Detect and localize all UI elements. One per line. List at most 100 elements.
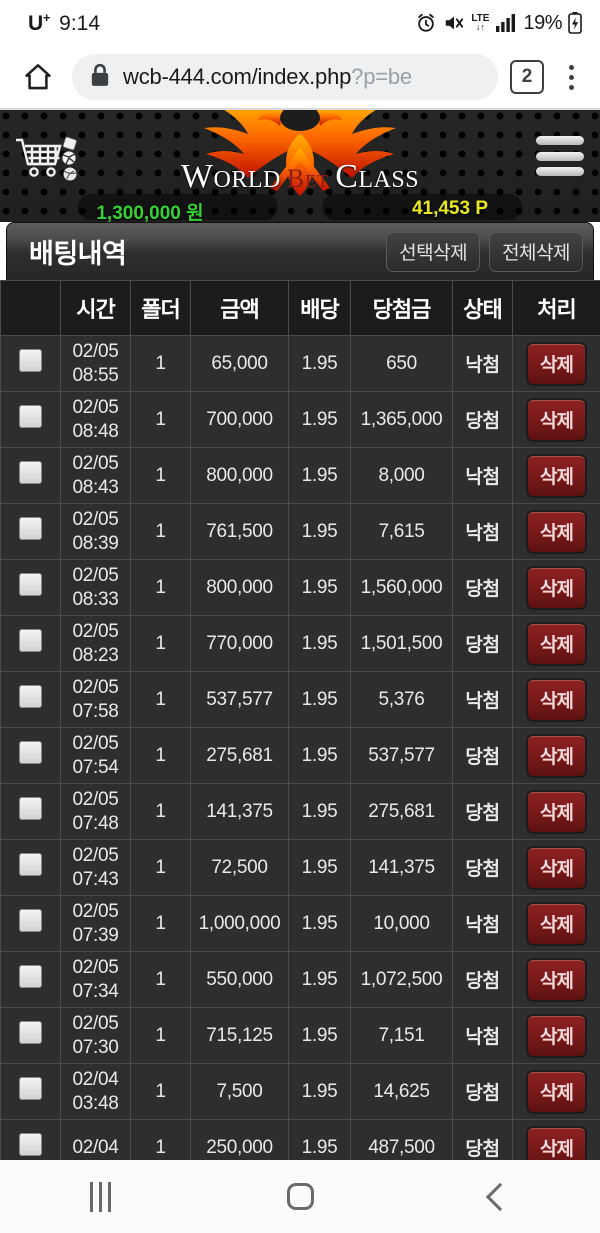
delete-selected-button[interactable]: 선택삭제 [386,231,481,272]
table-body: 02/05 08:55 1 65,000 1.95 650 낙첨 삭제 02/05 08:48 1 7… [0,335,600,1176]
row-checkbox-cell[interactable] [0,1007,61,1064]
row-checkbox[interactable] [19,461,42,484]
cell-clock: 08:39 [72,532,119,554]
cell-odds: 1.95 [288,727,351,784]
cell-clock: 07:39 [72,924,119,946]
delete-row-button[interactable]: 삭제 [526,677,587,722]
row-checkbox[interactable] [19,573,42,596]
balance-row: 1,300,000 원 41,453 P [0,198,600,222]
column-header-folder: 폴더 [130,280,191,336]
delete-row-button[interactable]: 삭제 [526,621,587,666]
row-checkbox-cell[interactable] [0,783,61,840]
cell-amount: 141,375 [190,783,289,840]
delete-row-button[interactable]: 삭제 [526,509,587,554]
balance-points[interactable]: 41,453 P [300,198,600,222]
delete-row-button[interactable]: 삭제 [526,397,587,442]
battery-percent-label: 19% [523,11,562,34]
status-badge: 당첨 [452,1063,513,1120]
delete-row-button[interactable]: 삭제 [526,1013,587,1058]
delete-all-button[interactable]: 전체삭제 [489,231,583,272]
cell-date: 02/05 [72,621,119,643]
home-icon[interactable] [240,1167,360,1227]
cell-amount: 770,000 [190,615,289,672]
row-checkbox[interactable] [19,1077,42,1100]
row-checkbox-cell[interactable] [0,559,61,616]
delete-row-button[interactable]: 삭제 [526,341,587,386]
row-checkbox[interactable] [19,1021,42,1044]
cell-folder: 1 [130,559,191,616]
tab-counter-button[interactable]: 2 [510,60,544,94]
row-checkbox-cell[interactable] [0,335,61,392]
delete-row-button[interactable]: 삭제 [526,789,587,834]
battery-charging-icon [568,12,582,34]
delete-row-button[interactable]: 삭제 [526,957,587,1002]
row-checkbox-cell[interactable] [0,503,61,560]
cell-action: 삭제 [512,783,600,840]
row-checkbox[interactable] [19,797,42,820]
cell-odds: 1.95 [288,559,351,616]
delete-row-button[interactable]: 삭제 [526,733,587,778]
address-bar[interactable]: wcb-444.com/index.php?p=be [72,54,498,100]
delete-row-button[interactable]: 삭제 [526,453,587,498]
row-checkbox-cell[interactable] [0,447,61,504]
row-checkbox[interactable] [19,629,42,652]
delete-row-button[interactable]: 삭제 [526,565,587,610]
cell-date: 02/05 [72,901,119,923]
row-checkbox-cell[interactable] [0,671,61,728]
row-checkbox[interactable] [19,1133,42,1156]
cell-time: 02/04 03:48 [60,1063,131,1120]
table-header-row: 시간 폴더 금액 배당 당첨금 상태 처리 [0,280,600,336]
cell-time: 02/05 07:48 [60,783,131,840]
status-badge: 낙첨 [452,503,513,560]
cell-time: 02/05 08:55 [60,335,131,392]
table-row: 02/05 07:58 1 537,577 1.95 5,376 낙첨 삭제 [0,671,600,728]
cell-odds: 1.95 [288,839,351,896]
row-checkbox[interactable] [19,853,42,876]
row-checkbox[interactable] [19,685,42,708]
cell-folder: 1 [130,447,191,504]
cell-clock: 07:58 [72,700,119,722]
delete-row-button[interactable]: 삭제 [526,1069,587,1114]
column-header-odds: 배당 [288,280,351,336]
status-badge: 낙첨 [452,671,513,728]
android-navigation-bar [0,1160,600,1233]
row-checkbox[interactable] [19,909,42,932]
cell-action: 삭제 [512,335,600,392]
column-header-payout: 당첨금 [350,280,453,336]
row-checkbox[interactable] [19,349,42,372]
cell-clock: 07:34 [72,980,119,1002]
cell-time: 02/05 08:39 [60,503,131,560]
kebab-menu-icon[interactable] [556,55,586,99]
cell-time: 02/05 07:54 [60,727,131,784]
recents-icon[interactable] [40,1167,160,1227]
row-checkbox-cell[interactable] [0,839,61,896]
cell-amount: 550,000 [190,951,289,1008]
row-checkbox[interactable] [19,517,42,540]
cell-time: 02/05 08:43 [60,447,131,504]
cell-date: 02/05 [72,733,119,755]
row-checkbox[interactable] [19,965,42,988]
row-checkbox-cell[interactable] [0,1063,61,1120]
row-checkbox-cell[interactable] [0,391,61,448]
table-row: 02/05 07:43 1 72,500 1.95 141,375 당첨 삭제 [0,839,600,896]
page-title-bar: 배팅내역 선택삭제 전체삭제 [6,222,594,280]
signal-icon [495,13,517,33]
row-checkbox-cell[interactable] [0,951,61,1008]
delete-row-button[interactable]: 삭제 [526,901,587,946]
table-row: 02/04 03:48 1 7,500 1.95 14,625 당첨 삭제 [0,1063,600,1120]
home-icon[interactable] [16,55,60,99]
site-header: World Bet Class 1,300,000 원 41,453 P [0,110,600,222]
table-row: 02/05 08:55 1 65,000 1.95 650 낙첨 삭제 [0,335,600,392]
cell-date: 02/05 [72,677,119,699]
row-checkbox[interactable] [19,741,42,764]
row-checkbox-cell[interactable] [0,895,61,952]
back-icon[interactable] [440,1167,560,1227]
cell-clock: 07:43 [72,868,119,890]
delete-row-button[interactable]: 삭제 [526,845,587,890]
row-checkbox-cell[interactable] [0,615,61,672]
logo-word-world: World [180,158,281,195]
cell-action: 삭제 [512,727,600,784]
row-checkbox-cell[interactable] [0,727,61,784]
row-checkbox[interactable] [19,405,42,428]
balance-money[interactable]: 1,300,000 원 [0,198,300,222]
